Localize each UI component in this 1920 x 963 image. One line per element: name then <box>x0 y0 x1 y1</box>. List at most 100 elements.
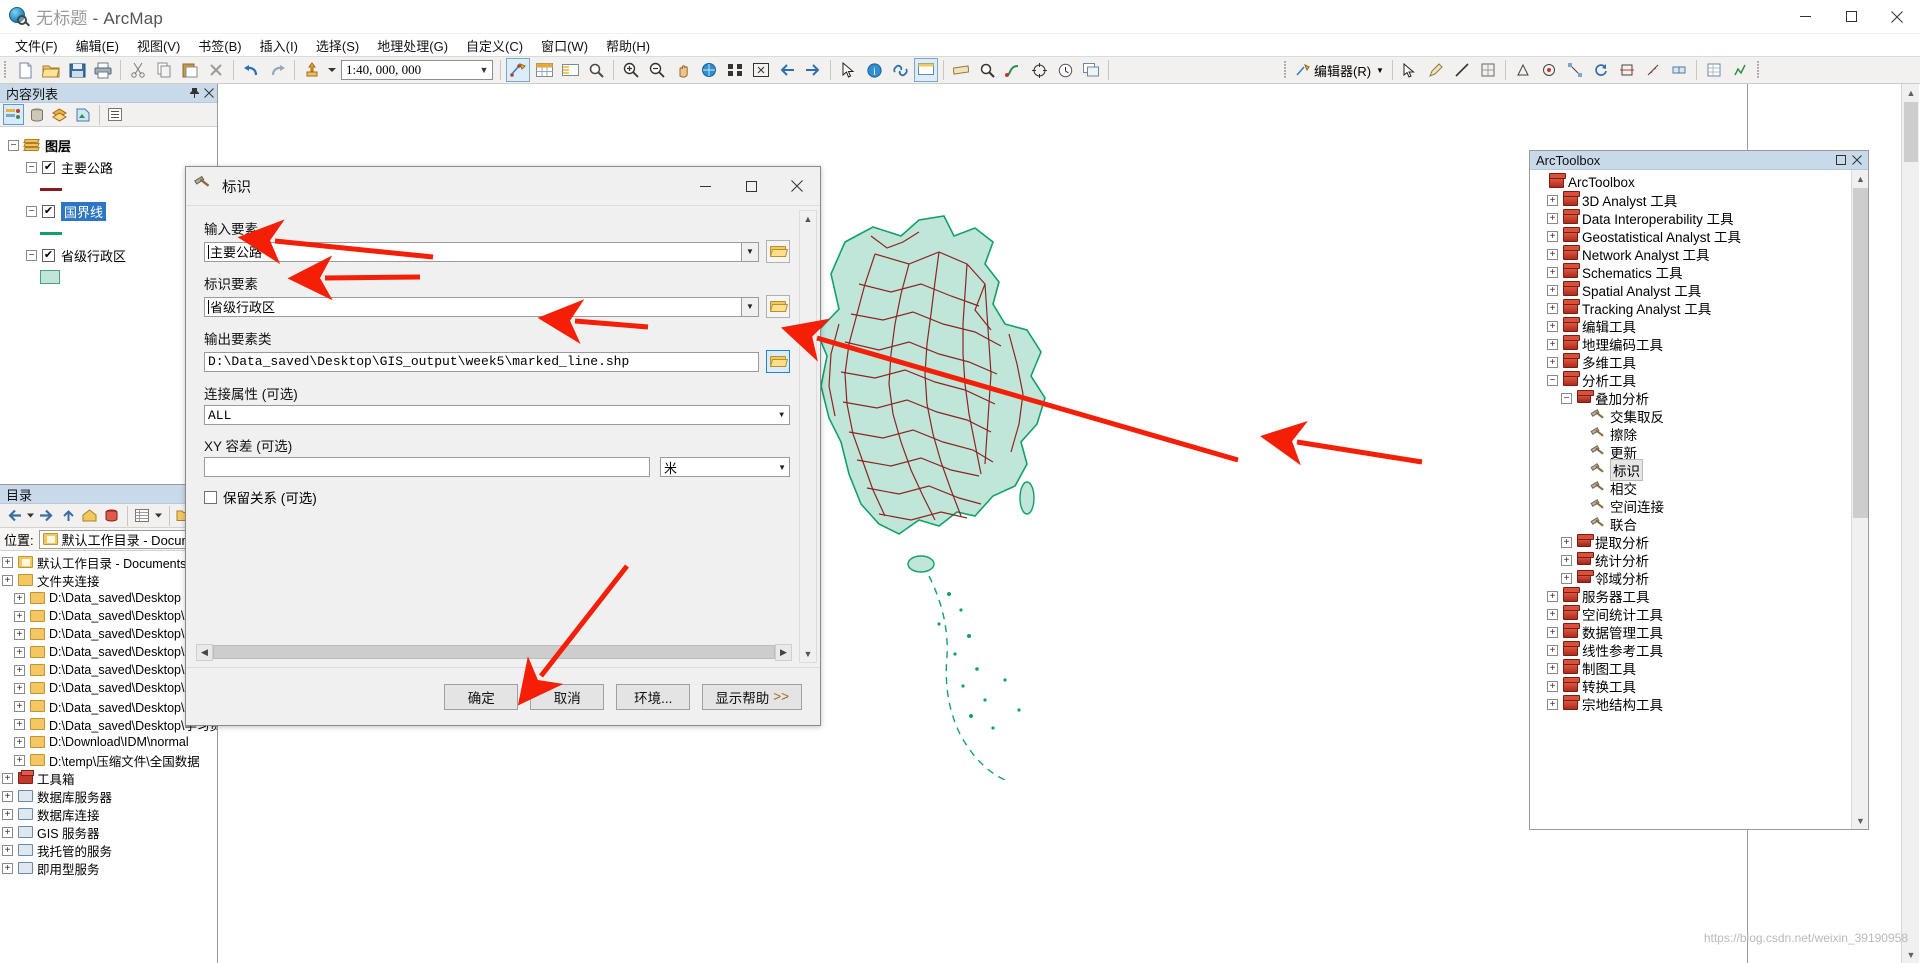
chevron-down-icon[interactable]: ▼ <box>779 411 786 420</box>
edit-tool-icon[interactable] <box>1398 58 1422 82</box>
expand-icon[interactable]: + <box>1547 320 1558 332</box>
arctoolbox-item[interactable]: 交集取反 <box>1533 407 1868 425</box>
editor-toolbar-icon[interactable] <box>506 58 530 82</box>
expand-icon[interactable]: + <box>14 592 25 604</box>
dialog-horizontal-scrollbar[interactable]: ◀ ▶ <box>196 644 792 661</box>
toc-options-icon[interactable] <box>104 104 125 125</box>
list-by-drawing-order-icon[interactable] <box>3 104 24 125</box>
list-by-source-icon[interactable] <box>26 104 47 125</box>
arctoolbox-item[interactable]: + Geostatistical Analyst 工具 <box>1533 227 1868 245</box>
cut-icon[interactable] <box>126 58 150 82</box>
collapse-icon[interactable]: − <box>26 205 37 217</box>
list-by-visibility-icon[interactable] <box>49 104 70 125</box>
expand-icon[interactable]: + <box>2 790 13 802</box>
arctoolbox-item[interactable]: +3D Analyst 工具 <box>1533 191 1868 209</box>
arctoolbox-item[interactable]: + 统计分析 <box>1533 551 1868 569</box>
add-data-icon[interactable] <box>300 58 324 82</box>
expand-icon[interactable]: + <box>14 754 25 766</box>
arctoolbox-item[interactable]: + 制图工具 <box>1533 659 1868 677</box>
straight-segment-icon[interactable] <box>1450 58 1474 82</box>
menu-selection[interactable]: 选择(S) <box>307 34 368 57</box>
identity-features-field[interactable]: 省级行政区 <box>204 296 742 317</box>
dialog-vertical-scrollbar[interactable]: ▲ ▼ <box>799 210 817 663</box>
arctoolbox-item[interactable]: 联合 <box>1533 515 1868 533</box>
expand-icon[interactable]: + <box>1561 572 1572 584</box>
go-forward-extent-icon[interactable] <box>801 58 825 82</box>
expand-icon[interactable]: + <box>2 772 13 784</box>
list-by-selection-icon[interactable] <box>72 104 93 125</box>
scrollbar-thumb[interactable] <box>1904 102 1918 162</box>
scrollbar-thumb[interactable] <box>1853 188 1868 518</box>
arctoolbox-item[interactable]: + 地理编码工具 <box>1533 335 1868 353</box>
scroll-up-icon[interactable]: ▲ <box>1902 84 1920 101</box>
arctoolbox-item[interactable]: + 线性参考工具 <box>1533 641 1868 659</box>
expand-icon[interactable]: + <box>1547 266 1558 278</box>
arctoolbox-item[interactable]: + 服务器工具 <box>1533 587 1868 605</box>
zoom-in-icon[interactable] <box>619 58 643 82</box>
layer-visibility-checkbox[interactable]: ✔ <box>42 204 55 218</box>
expand-icon[interactable]: + <box>1547 212 1558 224</box>
expand-icon[interactable]: + <box>14 700 25 712</box>
scroll-down-icon[interactable]: ▼ <box>1852 812 1868 829</box>
expand-icon[interactable]: + <box>1547 248 1558 260</box>
close-button[interactable] <box>1874 0 1920 34</box>
menu-bookmarks[interactable]: 书签(B) <box>189 34 250 57</box>
expand-icon[interactable]: + <box>2 556 13 568</box>
expand-icon[interactable]: + <box>1547 608 1558 620</box>
cut-polygons-icon[interactable] <box>1615 58 1639 82</box>
identity-features-browse-button[interactable] <box>766 295 790 318</box>
forward-icon[interactable] <box>37 505 57 526</box>
chevron-down-icon[interactable]: ▼ <box>1376 66 1384 75</box>
arctoolbox-item[interactable]: 更新 <box>1533 443 1868 461</box>
view-dropdown-icon[interactable] <box>154 505 163 526</box>
catalog-item[interactable]: + D:\temp\压缩文件\全国数据 <box>0 751 217 769</box>
full-extent-icon[interactable] <box>697 58 721 82</box>
new-document-icon[interactable] <box>13 58 37 82</box>
default-geodatabase-icon[interactable] <box>102 505 122 526</box>
scrollbar-thumb[interactable] <box>213 645 775 659</box>
construction-tool-icon[interactable] <box>1511 58 1535 82</box>
expand-icon[interactable]: + <box>14 718 25 730</box>
scroll-up-icon[interactable]: ▲ <box>800 211 816 227</box>
dialog-minimize-button[interactable] <box>682 167 728 205</box>
snapping-icon[interactable] <box>1563 58 1587 82</box>
collapse-icon[interactable]: − <box>1561 392 1572 404</box>
expand-icon[interactable]: + <box>14 664 25 676</box>
input-features-field[interactable]: 主要公路 <box>204 241 742 262</box>
search-window-icon[interactable] <box>584 58 608 82</box>
arctoolbox-item[interactable]: 标识 <box>1533 459 1868 481</box>
html-popup-icon[interactable] <box>914 58 938 82</box>
maximize-arctoolbox-icon[interactable] <box>1836 153 1846 168</box>
view-details-icon[interactable] <box>132 505 152 526</box>
ok-button[interactable]: 确定 <box>444 683 519 710</box>
chevron-down-icon[interactable]: ▼ <box>476 65 492 75</box>
menu-customize[interactable]: 自定义(C) <box>457 34 532 57</box>
arctoolbox-item[interactable]: 相交 <box>1533 479 1868 497</box>
collapse-icon[interactable]: − <box>26 161 37 173</box>
arctoolbox-item[interactable]: + Data Interoperability 工具 <box>1533 209 1868 227</box>
map-vertical-scrollbar[interactable]: ▲ ▼ <box>1901 84 1919 963</box>
scroll-down-icon[interactable]: ▼ <box>1902 946 1920 963</box>
identify-icon[interactable]: i <box>862 58 886 82</box>
arctoolbox-item[interactable]: + 空间统计工具 <box>1533 605 1868 623</box>
select-arrow-icon[interactable] <box>836 58 860 82</box>
find-route-icon[interactable] <box>1001 58 1025 82</box>
pan-icon[interactable] <box>671 58 695 82</box>
arctoolbox-item[interactable]: 擦除 <box>1533 425 1868 443</box>
show-help-button[interactable]: 显示帮助 >> <box>702 683 802 710</box>
create-viewer-icon[interactable] <box>1079 58 1103 82</box>
arctoolbox-item[interactable]: + 多维工具 <box>1533 353 1868 371</box>
arctoolbox-item[interactable]: + Network Analyst 工具 <box>1533 245 1868 263</box>
expand-icon[interactable]: + <box>14 628 25 640</box>
auto-hide-pin-icon[interactable] <box>189 86 200 101</box>
scroll-up-icon[interactable]: ▲ <box>1852 170 1868 187</box>
dialog-close-button[interactable] <box>774 167 820 205</box>
expand-icon[interactable]: + <box>1547 338 1558 350</box>
layer-visibility-checkbox[interactable]: ✔ <box>42 248 55 262</box>
expand-icon[interactable]: + <box>1547 356 1558 368</box>
menu-insert[interactable]: 插入(I) <box>251 34 307 57</box>
expand-icon[interactable]: + <box>1547 590 1558 602</box>
fixed-zoom-out-icon[interactable] <box>749 58 773 82</box>
catalog-item[interactable]: + D:\Download\IDM\normal <box>0 733 217 751</box>
attributes-icon[interactable] <box>1702 58 1726 82</box>
